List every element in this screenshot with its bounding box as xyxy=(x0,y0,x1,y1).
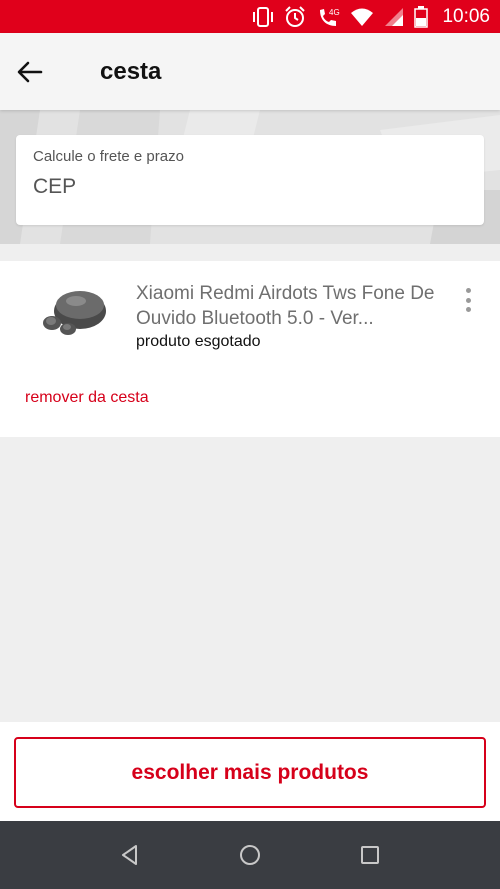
nav-home-button[interactable] xyxy=(235,840,265,870)
back-button[interactable] xyxy=(0,42,60,102)
cep-input[interactable] xyxy=(33,175,467,199)
cep-label: Calcule o frete e prazo xyxy=(33,148,184,165)
dot xyxy=(465,307,471,312)
signal-icon xyxy=(384,7,404,27)
wifi-icon xyxy=(350,7,374,27)
choose-more-products-button[interactable]: escolher mais produtos xyxy=(14,737,486,808)
alarm-icon xyxy=(284,5,306,28)
cep-card: Calcule o frete e prazo xyxy=(16,135,484,225)
dot xyxy=(465,288,471,293)
status-bar: 4G 10:06 xyxy=(0,0,500,33)
remove-from-cart-link[interactable]: remover da cesta xyxy=(25,389,149,407)
cep-section: Calcule o frete e prazo xyxy=(0,110,500,244)
nav-back-button[interactable] xyxy=(115,840,145,870)
bottom-action-area: escolher mais produtos xyxy=(0,722,500,821)
home-circle-icon xyxy=(240,845,260,865)
back-triangle-icon xyxy=(122,845,137,865)
battery-icon xyxy=(414,5,429,28)
system-nav-bar xyxy=(0,821,500,889)
product-name[interactable]: Xiaomi Redmi Airdots Tws Fone De Ouvido … xyxy=(136,281,446,331)
page-title: cesta xyxy=(100,57,162,85)
app-bar: cesta xyxy=(0,33,500,110)
product-status: produto esgotado xyxy=(136,333,261,350)
network-label: 4G xyxy=(329,8,340,17)
vibrate-icon xyxy=(252,6,274,27)
dot xyxy=(465,297,471,303)
volte-call-icon: 4G xyxy=(316,6,340,28)
status-time: 10:06 xyxy=(442,5,490,27)
earbuds-product-image[interactable] xyxy=(30,279,116,349)
nav-recents-button[interactable] xyxy=(355,840,385,870)
recents-square-icon xyxy=(361,846,379,864)
cart-item: Xiaomi Redmi Airdots Tws Fone De Ouvido … xyxy=(0,261,500,437)
arrow-back-icon xyxy=(17,61,43,82)
more-vert-icon[interactable] xyxy=(458,285,478,315)
